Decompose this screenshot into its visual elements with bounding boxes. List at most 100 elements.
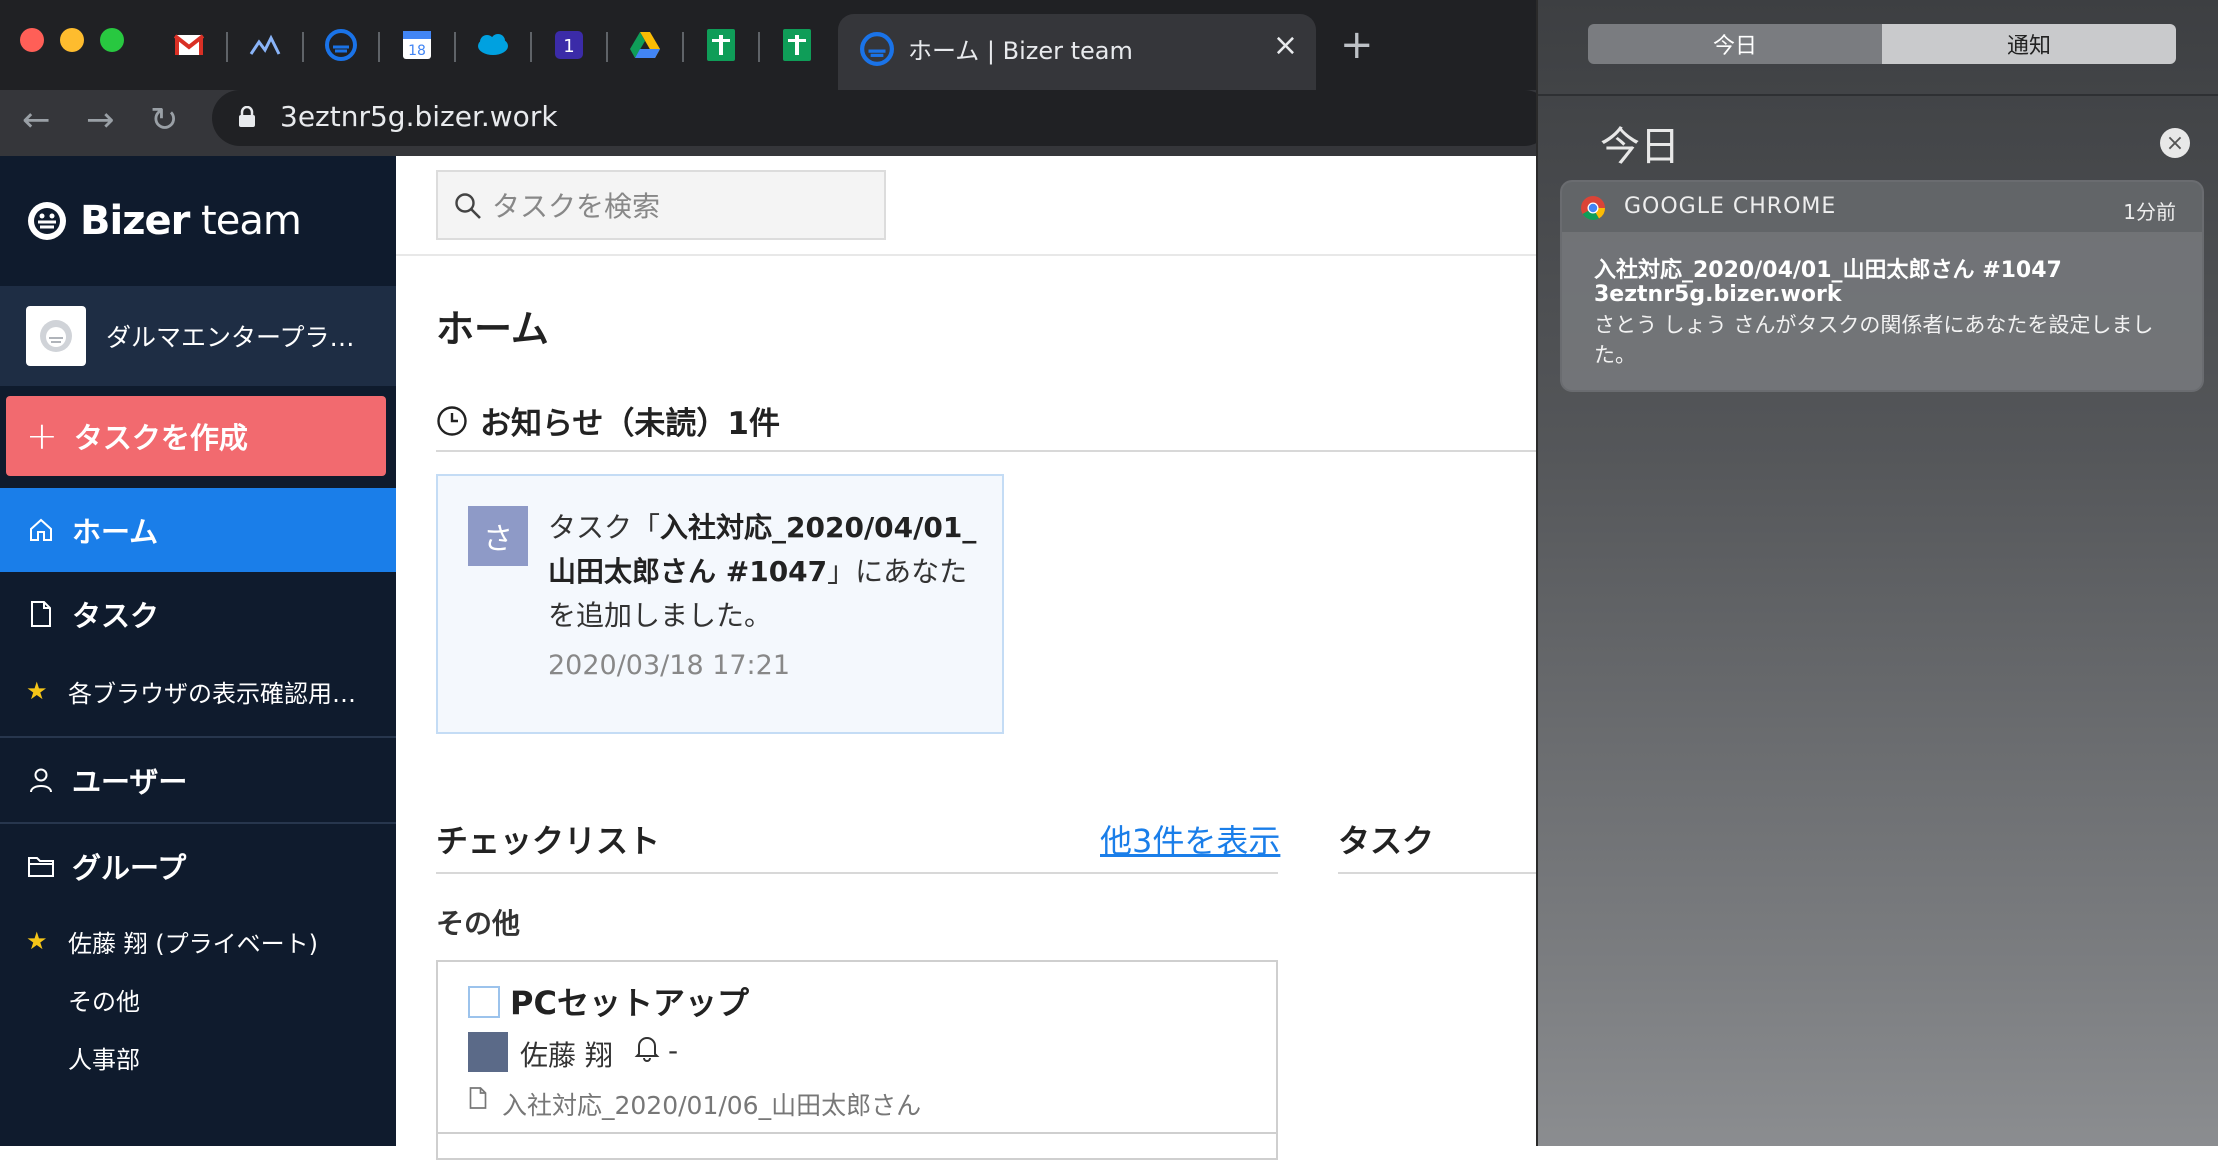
folder-icon: [26, 854, 56, 878]
avatar: さ: [468, 506, 528, 566]
sidebar-item-label: タスク: [72, 599, 160, 633]
sidebar-item-private-group[interactable]: ★ 佐藤 翔 (プライベート): [0, 916, 396, 966]
calendar-icon: 18: [403, 31, 431, 59]
checklist-item-title[interactable]: PCセットアップ: [510, 978, 749, 1024]
sidebar-item-label: ユーザー: [72, 765, 188, 799]
tab-analytics[interactable]: [246, 26, 284, 64]
sidebar-item-group-other[interactable]: その他: [68, 982, 140, 1017]
tab-title: ホーム | Bizer team: [908, 37, 1133, 65]
organization-switcher[interactable]: ダルマエンタープラ…: [0, 286, 396, 386]
gmail-icon: [174, 34, 204, 55]
sidebar-item-label: グループ: [72, 851, 187, 885]
tab-salesforce[interactable]: [474, 26, 512, 64]
tab-google-sheets-2[interactable]: [778, 26, 816, 64]
bizer-icon: [325, 29, 357, 61]
page-title: ホーム: [436, 307, 549, 351]
address-bar[interactable]: 3eztnr5g.bizer.work: [212, 90, 1552, 146]
google-sheets-icon: [783, 29, 811, 61]
tab-notifications[interactable]: 通知: [1882, 24, 2176, 64]
document-icon: [26, 600, 56, 628]
back-button[interactable]: ←: [22, 100, 51, 140]
notice-heading: お知らせ（未読）1件: [436, 398, 780, 443]
svg-text:18: 18: [408, 43, 426, 59]
plus-icon: +: [26, 414, 58, 458]
sidebar-item-home[interactable]: ホーム: [0, 488, 396, 572]
bizer-icon: [860, 32, 894, 70]
notification-title: 入社対応_2020/04/01_山田太郎さん #1047: [1594, 258, 2062, 283]
brand-logo[interactable]: Bizer team: [26, 198, 302, 244]
show-more-link[interactable]: 他3件を表示: [1100, 816, 1280, 862]
group-label: その他: [436, 907, 521, 940]
checklist-checkbox[interactable]: [468, 986, 500, 1018]
tab-onepassword[interactable]: 1: [550, 26, 588, 64]
create-task-button[interactable]: + タスクを作成: [6, 396, 386, 476]
bell-icon[interactable]: [634, 1034, 660, 1066]
notification-time: 1分前: [2123, 200, 2176, 224]
home-icon: [26, 517, 56, 543]
tab-today[interactable]: 今日: [1588, 24, 1882, 64]
google-drive-icon: [630, 32, 660, 58]
sidebar-item-starred-project[interactable]: ★ 各ブラウザの表示確認用…: [0, 666, 396, 716]
task-search[interactable]: [436, 170, 886, 240]
reload-button[interactable]: ↻: [150, 100, 179, 140]
tab-bizer[interactable]: [322, 26, 360, 64]
tab-separator: [302, 32, 304, 62]
url-text[interactable]: 3eztnr5g.bizer.work: [280, 100, 558, 133]
sidebar-item-group-hr[interactable]: 人事部: [68, 1040, 140, 1075]
tab-active-home[interactable]: ホーム | Bizer team ×: [838, 14, 1316, 90]
notification-body: さとう しょう さんがタスクの関係者にあなたを設定しました。: [1594, 313, 2154, 367]
tab-close-icon[interactable]: ×: [1273, 28, 1298, 63]
section-divider: [436, 872, 1278, 874]
tab-separator: [682, 32, 684, 62]
window-zoom-button[interactable]: [100, 28, 124, 52]
clock-icon: [437, 405, 467, 436]
checklist-item[interactable]: PCセットアップ 佐藤 翔 - 入社対応_2020/01/06_山田太郎さん: [436, 960, 1278, 1160]
lock-icon: [238, 105, 256, 132]
sidebar-item-users[interactable]: ユーザー: [0, 738, 396, 822]
clear-notifications-button[interactable]: ×: [2160, 128, 2190, 158]
tab-calendar[interactable]: 18: [398, 26, 436, 64]
create-task-label: タスクを作成: [73, 421, 248, 455]
tab-separator: [226, 32, 228, 62]
chrome-icon: [1580, 195, 1606, 225]
checklist-heading: チェックリスト: [436, 822, 661, 860]
notification-header: GOOGLE CHROME 1分前: [1562, 182, 2202, 232]
browser-toolbar: ← → ↻ 3eztnr5g.bizer.work: [0, 90, 1552, 156]
analytics-icon: [249, 34, 281, 55]
notice-message: タスク「入社対応_2020/04/01_山田太郎さん #1047」にあなたを追加…: [548, 511, 977, 632]
sidebar-item-label: ホーム: [72, 515, 159, 549]
notification-group-title: 今日: [1600, 124, 1680, 170]
org-avatar: [26, 306, 86, 366]
tab-separator: [758, 32, 760, 62]
sidebar-item-task[interactable]: タスク: [0, 572, 396, 656]
window-close-button[interactable]: [20, 28, 44, 52]
org-name: ダルマエンタープラ…: [106, 323, 355, 352]
browser-tab-bar: 18 1 ホーム | Bizer team × +: [0, 0, 1540, 90]
forward-button[interactable]: →: [86, 100, 115, 140]
tab-separator: [530, 32, 532, 62]
search-icon: [454, 192, 482, 224]
document-icon: [468, 1086, 488, 1114]
svg-text:1: 1: [563, 36, 574, 57]
sidebar-item-label: 佐藤 翔 (プライベート): [68, 929, 318, 958]
notice-card[interactable]: さ タスク「入社対応_2020/04/01_山田太郎さん #1047」にあなたを…: [436, 474, 1004, 734]
notice-timestamp: 2020/03/18 17:21: [548, 650, 791, 681]
window-minimize-button[interactable]: [60, 28, 84, 52]
section-divider: [1338, 872, 1540, 874]
main-header: [396, 156, 1540, 256]
notification-app-name: GOOGLE CHROME: [1624, 194, 1837, 219]
onepassword-icon: 1: [555, 31, 583, 59]
notification-card[interactable]: GOOGLE CHROME 1分前 入社対応_2020/04/01_山田太郎さん…: [1560, 180, 2204, 392]
sidebar-item-groups[interactable]: グループ: [0, 824, 396, 908]
tab-gmail[interactable]: [170, 26, 208, 64]
notification-subtitle: 3eztnr5g.bizer.work: [1594, 282, 1842, 307]
divider: [1538, 94, 2218, 96]
section-divider: [436, 450, 1540, 452]
search-input[interactable]: [490, 184, 870, 228]
avatar: [468, 1032, 508, 1072]
row-divider: [438, 1132, 1276, 1134]
tab-google-sheets[interactable]: [702, 26, 740, 64]
parent-task-link[interactable]: 入社対応_2020/01/06_山田太郎さん: [502, 1086, 921, 1122]
tab-google-drive[interactable]: [626, 26, 664, 64]
new-tab-button[interactable]: +: [1340, 22, 1374, 68]
